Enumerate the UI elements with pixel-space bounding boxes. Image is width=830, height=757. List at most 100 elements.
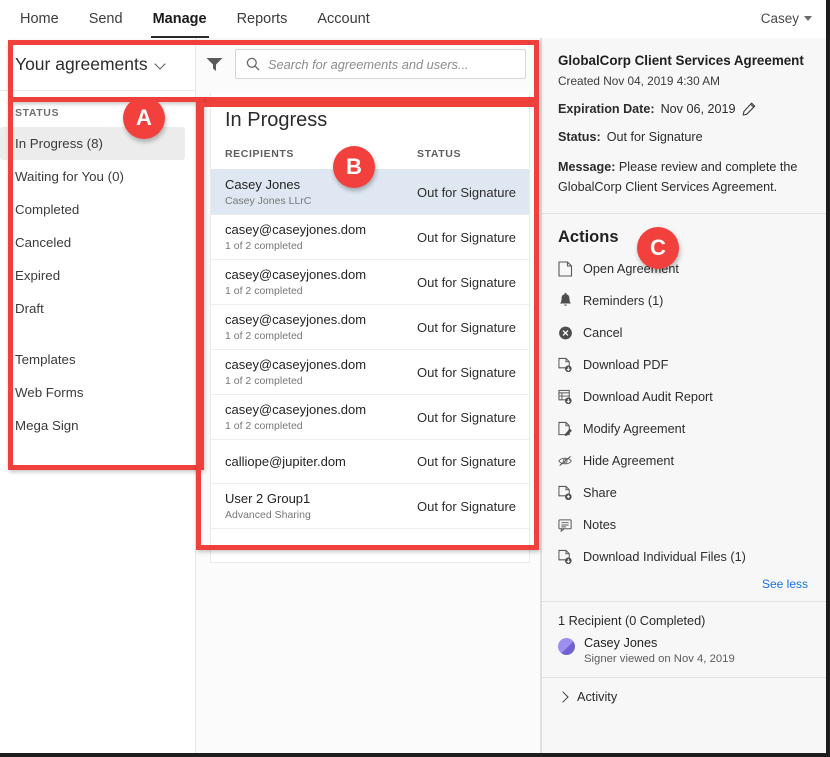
chevron-right-icon xyxy=(558,693,567,702)
details-panel: GlobalCorp Client Services Agreement Cre… xyxy=(541,38,826,753)
nav-item-send[interactable]: Send xyxy=(87,1,125,38)
recipient-name: Casey Jones xyxy=(584,636,658,651)
nav-item-account[interactable]: Account xyxy=(315,1,371,38)
action-label: Share xyxy=(583,486,617,501)
action-label: Cancel xyxy=(583,326,623,341)
row-status: Out for Signature xyxy=(417,454,516,469)
sign-manage-window: Home Send Manage Reports Account Casey Y… xyxy=(0,0,830,757)
recipient-item: Casey Jones Signer viewed on Nov 4, 2019 xyxy=(558,636,810,677)
search-box[interactable] xyxy=(235,49,526,79)
nav-item-home[interactable]: Home xyxy=(18,1,61,38)
action-download-pdf[interactable]: Download PDF xyxy=(558,349,810,381)
row-recipient-sub: Advanced Sharing xyxy=(225,509,311,521)
row-recipient-sub: 1 of 2 completed xyxy=(225,330,303,342)
status-filter-list: In Progress (8) Waiting for You (0) Comp… xyxy=(0,127,195,442)
agreement-list-panel: In Progress RECIPIENTS STATUS Casey Jone… xyxy=(196,38,541,753)
table-row[interactable]: casey@caseyjones.dom 1 of 2 completed Ou… xyxy=(211,214,529,259)
row-recipient-name: casey@caseyjones.dom xyxy=(225,222,367,237)
table-row[interactable]: casey@caseyjones.dom 1 of 2 completed Ou… xyxy=(211,394,529,439)
action-cancel[interactable]: Cancel xyxy=(558,317,810,349)
sidebar-item-mega-sign[interactable]: Mega Sign xyxy=(0,409,185,442)
see-less-link[interactable]: See less xyxy=(558,573,810,601)
action-modify-agreement[interactable]: Modify Agreement xyxy=(558,413,810,445)
table-row[interactable]: casey@caseyjones.dom 1 of 2 completed Ou… xyxy=(211,259,529,304)
edit-document-icon xyxy=(558,422,572,437)
share-document-icon xyxy=(558,486,572,501)
row-status: Out for Signature xyxy=(417,409,516,425)
user-menu[interactable]: Casey xyxy=(761,0,812,37)
sidebar-item-draft[interactable]: Draft xyxy=(0,292,185,325)
sidebar-item-web-forms[interactable]: Web Forms xyxy=(0,376,185,409)
action-download-individual-files[interactable]: Download Individual Files (1) xyxy=(558,541,810,573)
row-status: Out for Signature xyxy=(417,364,516,380)
agreements-dropdown[interactable]: Your agreements xyxy=(0,38,195,90)
row-recipient-name: User 2 Group1 xyxy=(225,491,311,506)
agreement-created: Created Nov 04, 2019 4:30 AM xyxy=(558,74,720,89)
sidebar-item-expired[interactable]: Expired xyxy=(0,259,185,292)
bell-icon xyxy=(560,293,571,306)
list-title: In Progress xyxy=(225,109,328,131)
document-icon xyxy=(558,261,573,277)
cancel-circle-icon xyxy=(559,326,572,340)
filter-icon[interactable] xyxy=(206,57,223,72)
expiration-label: Expiration Date: xyxy=(558,102,655,117)
action-label: Download PDF xyxy=(583,358,669,373)
action-label: Open Agreement xyxy=(583,262,679,277)
action-reminders[interactable]: Reminders (1) xyxy=(558,285,810,317)
expiration-row: Expiration Date: Nov 06, 2019 xyxy=(558,102,810,116)
download-files-icon xyxy=(558,550,572,565)
row-status: Out for Signature xyxy=(417,498,516,514)
table-row[interactable]: Casey Jones Casey Jones LLrC Out for Sig… xyxy=(211,169,529,214)
row-status: Out for Signature xyxy=(417,184,516,200)
row-recipient-name: calliope@jupiter.dom xyxy=(225,454,346,469)
search-input[interactable] xyxy=(268,56,515,72)
left-sidebar: Your agreements STATUS In Progress (8) W… xyxy=(0,38,196,753)
download-audit-icon xyxy=(558,390,572,405)
table-row[interactable]: casey@caseyjones.dom 1 of 2 completed Ou… xyxy=(211,349,529,394)
sidebar-item-completed[interactable]: Completed xyxy=(0,193,185,226)
action-download-audit-report[interactable]: Download Audit Report xyxy=(558,381,810,413)
download-pdf-icon xyxy=(558,358,572,373)
action-label: Hide Agreement xyxy=(583,454,674,469)
nav-item-manage[interactable]: Manage xyxy=(150,1,209,38)
list-bottom-divider xyxy=(211,528,529,538)
sidebar-item-canceled[interactable]: Canceled xyxy=(0,226,185,259)
recipient-status: Signer viewed on Nov 4, 2019 xyxy=(584,653,735,666)
action-open-agreement[interactable]: Open Agreement xyxy=(558,253,810,285)
sidebar-item-waiting-for-you[interactable]: Waiting for You (0) xyxy=(0,160,185,193)
message-row: Message: Please review and complete the … xyxy=(558,158,810,197)
avatar xyxy=(558,638,575,656)
message-label: Message: xyxy=(558,160,616,175)
column-header-status: STATUS xyxy=(417,148,462,160)
agreement-list-card: In Progress RECIPIENTS STATUS Casey Jone… xyxy=(210,93,530,563)
edit-pencil-icon[interactable] xyxy=(742,102,756,116)
table-row[interactable]: User 2 Group1 Advanced Sharing Out for S… xyxy=(211,483,529,528)
row-recipient-sub: Casey Jones LLrC xyxy=(225,195,312,207)
agreements-dropdown-label: Your agreements xyxy=(15,53,148,74)
table-row[interactable]: casey@caseyjones.dom 1 of 2 completed Ou… xyxy=(211,304,529,349)
activity-section: Activity xyxy=(542,678,826,704)
action-label: Download Audit Report xyxy=(583,390,713,405)
row-recipient-name: casey@caseyjones.dom xyxy=(225,267,367,282)
table-row[interactable]: calliope@jupiter.dom Out for Signature xyxy=(211,439,529,483)
actions-section: Actions Open Agreement Reminders (1) Can… xyxy=(542,214,826,601)
action-label: Reminders (1) xyxy=(583,294,664,309)
recipients-heading: 1 Recipient (0 Completed) xyxy=(558,614,706,629)
row-recipient-sub: 1 of 2 completed xyxy=(225,285,303,297)
action-hide-agreement[interactable]: Hide Agreement xyxy=(558,445,810,477)
action-notes[interactable]: Notes xyxy=(558,509,810,541)
activity-toggle[interactable]: Activity xyxy=(558,678,810,704)
agreement-title: GlobalCorp Client Services Agreement xyxy=(558,53,804,68)
sidebar-item-templates[interactable]: Templates xyxy=(0,343,185,376)
notes-icon xyxy=(558,519,572,533)
search-row xyxy=(196,38,540,90)
chevron-down-icon xyxy=(156,59,167,70)
action-share[interactable]: Share xyxy=(558,477,810,509)
status-label: Status: xyxy=(558,130,601,145)
row-recipient-name: casey@caseyjones.dom xyxy=(225,312,367,327)
sidebar-item-in-progress[interactable]: In Progress (8) xyxy=(0,127,185,160)
list-column-headers: RECIPIENTS STATUS xyxy=(211,142,529,169)
row-recipient-name: casey@caseyjones.dom xyxy=(225,357,367,372)
nav-item-reports[interactable]: Reports xyxy=(235,1,290,38)
